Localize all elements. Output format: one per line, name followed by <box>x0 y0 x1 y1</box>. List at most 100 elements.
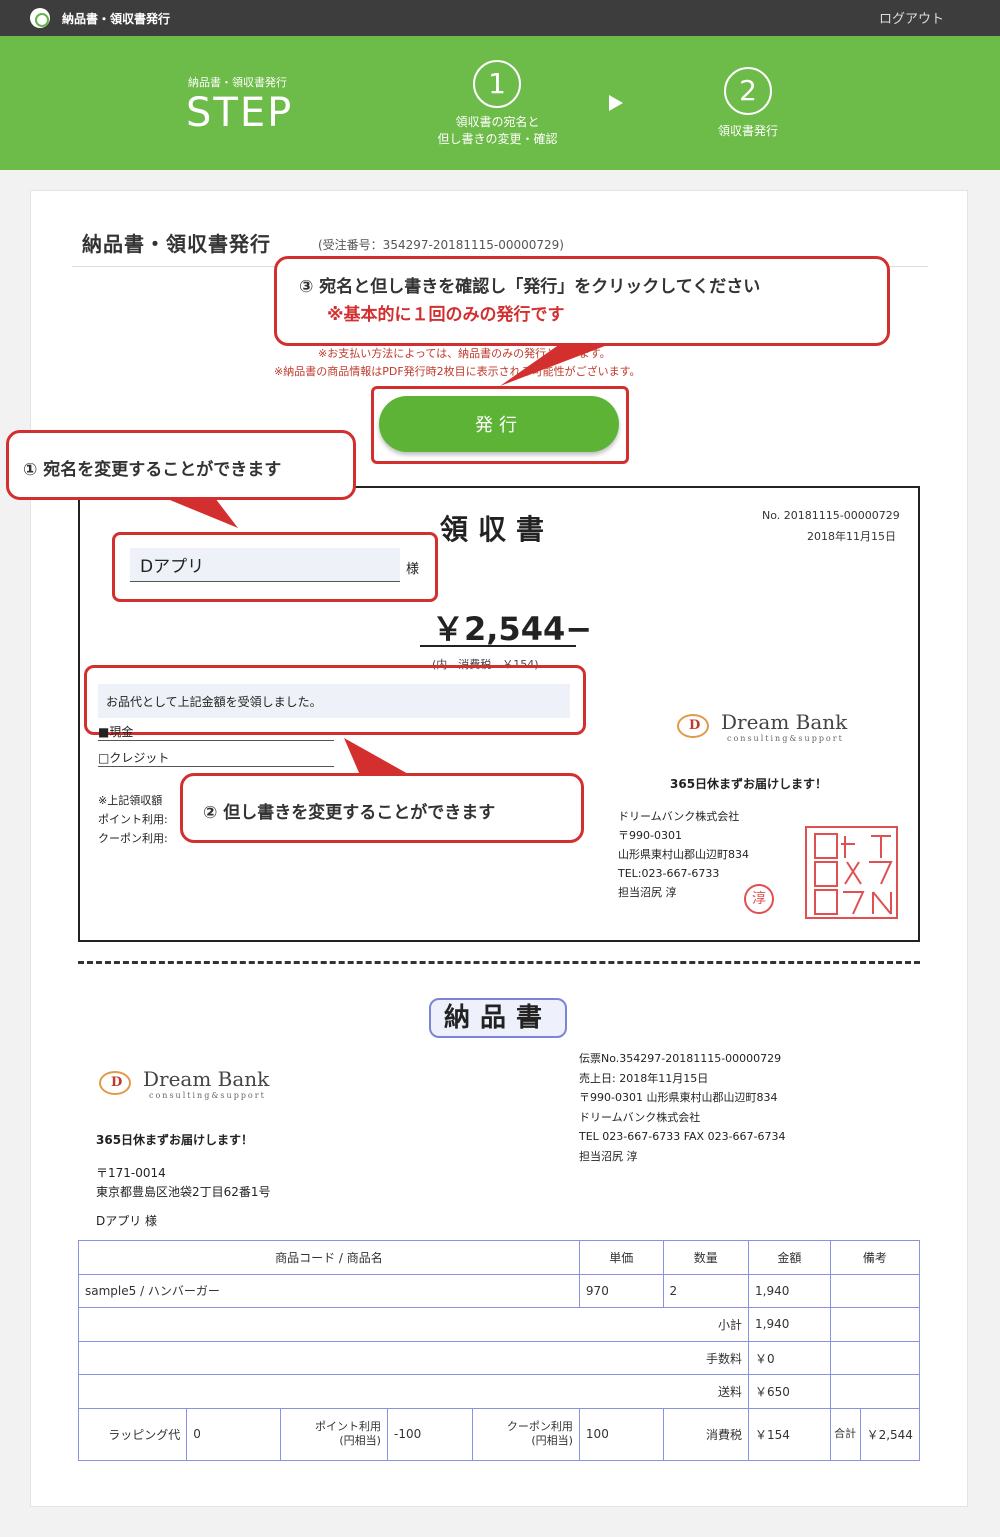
logo-mark-letter-2: D <box>111 1075 123 1090</box>
header-amount: 金額 <box>748 1240 831 1275</box>
logout-link[interactable]: ログアウト <box>879 8 944 27</box>
delivery-slip-no: 伝票No.354297-20181115-00000729 <box>579 1052 782 1065</box>
logo-mark-letter: D <box>689 718 701 733</box>
company-zip: 〒990-0301 <box>618 829 682 842</box>
header-product: 商品コード / 商品名 <box>78 1240 580 1275</box>
logo-name: Dream Bank <box>721 710 848 734</box>
wrap-label: ラッピング代 <box>77 1407 188 1461</box>
delivery-staff: 担当沼尻 淳 <box>579 1149 638 1163</box>
step-arrow-icon <box>609 95 623 111</box>
delivery-company-address: 〒990-0301 山形県東村山郡山辺町834 <box>579 1091 778 1104</box>
dream-bank-mark-icon: D <box>677 714 709 738</box>
footer-row: ラッピング代 0 ポイント利用 (円相当) -100 クーポン利用 (円相当) … <box>77 1407 921 1461</box>
receipt-slogan: 365日休まずお届けします！ <box>670 777 828 791</box>
tax-value: ￥154 <box>748 1407 831 1461</box>
delivery-title: 納品書 <box>429 998 567 1038</box>
delivery-company: ドリームバンク株式会社 <box>579 1110 701 1124</box>
payment-note: ※お支払い方法によっては、納品書のみの発行となります。 <box>318 347 611 360</box>
top-bar: 納品書・領収書発行 ログアウト <box>0 0 1000 36</box>
staff-seal-icon: 淳 <box>744 884 774 914</box>
receipt-amount: ￥2,544− <box>432 610 593 648</box>
table-row: sample5 / ハンバーガー 970 2 1,940 <box>78 1273 921 1309</box>
logo-sub-2: consulting&support <box>149 1091 266 1100</box>
row-qty: 2 <box>662 1273 750 1309</box>
subtotal-label: 小計 <box>78 1307 749 1342</box>
step1-label: 領収書の宛名と 但し書きの変更・確認 <box>420 114 575 148</box>
row-amount: 1,940 <box>748 1273 831 1309</box>
receipt-title: 領収書 <box>440 513 555 546</box>
subtotal-value: 1,940 <box>748 1307 831 1342</box>
company-tel: TEL:023-667-6733 <box>618 867 720 880</box>
order-number: (受注番号：354297-20181115-00000729) <box>318 238 564 252</box>
fee-row: 手数料 ￥0 <box>78 1340 921 1376</box>
step2-number: 2 <box>724 67 772 115</box>
customer-zip: 〒171-0014 <box>96 1166 166 1180</box>
header-remarks: 備考 <box>829 1240 921 1275</box>
addressee-input[interactable] <box>130 548 400 582</box>
shipping-label: 送料 <box>78 1374 749 1409</box>
total-value: ￥2,544 <box>859 1407 921 1461</box>
fee-value: ￥0 <box>748 1340 831 1376</box>
receipt-note-line1: ※上記領収額 <box>98 794 163 807</box>
callout-step3-line2: ※基本的に１回のみの発行です <box>327 305 565 325</box>
amount-underline <box>420 645 576 647</box>
callout-step2: ② 但し書きを変更することができます <box>180 773 584 843</box>
tax-label: 消費税 <box>662 1407 750 1461</box>
coupon-label-text: クーポン利用 <box>506 1420 573 1434</box>
receipt-company-info: ドリームバンク株式会社 〒990-0301 山形県東村山郡山辺町834 TEL:… <box>618 807 749 902</box>
honorific-label: 様 <box>406 562 420 577</box>
receipt-number: No. 20181115-00000729 <box>762 509 900 522</box>
fee-label: 手数料 <box>78 1340 749 1376</box>
company-name: ドリームバンク株式会社 <box>618 810 740 823</box>
proviso-input[interactable] <box>98 684 570 718</box>
step-header: 納品書・領収書発行 STEP 1 領収書の宛名と 但し書きの変更・確認 2 領収… <box>0 36 1000 170</box>
pdf-note: ※納品書の商品情報はPDF発行時2枚目に表示される可能性がございます。 <box>274 365 641 378</box>
receipt-divider <box>78 961 920 964</box>
callout-step3-line1: ③ 宛名と但し書きを確認し「発行」をクリックしてください <box>299 277 761 297</box>
step-small-label: 納品書・領収書発行 <box>188 76 287 89</box>
row-price: 970 <box>578 1273 664 1309</box>
step2-label: 領収書発行 <box>717 124 778 138</box>
company-staff: 担当沼尻 淳 <box>618 886 677 899</box>
receipt-date: 2018年11月15日 <box>807 530 896 543</box>
table-header-row: 商品コード / 商品名 単価 数量 金額 備考 <box>78 1240 921 1275</box>
customer-address: 東京都豊島区池袋2丁目62番1号 <box>96 1185 271 1199</box>
issue-button[interactable]: 発行 <box>379 396 619 452</box>
customer-address-block: 〒171-0014 東京都豊島区池袋2丁目62番1号 <box>96 1164 271 1202</box>
delivery-sale-date: 売上日: 2018年11月15日 <box>579 1071 709 1085</box>
dream-bank-mark-icon-2: D <box>99 1071 131 1095</box>
fee-remarks <box>829 1340 921 1376</box>
shipping-remarks <box>829 1374 921 1409</box>
point-label-sub: (円相当) <box>339 1434 381 1448</box>
total-label: 合計 <box>829 1407 861 1461</box>
app-title: 納品書・領収書発行 <box>62 12 171 26</box>
step-big-label: STEP <box>186 90 294 136</box>
shipping-value: ￥650 <box>748 1374 831 1409</box>
company-seal-graphic <box>814 833 893 915</box>
header-price: 単価 <box>578 1240 664 1275</box>
step1-label-line1: 領収書の宛名と <box>455 115 540 129</box>
point-label-text: ポイント利用 <box>314 1420 381 1434</box>
receipt-notes: ※上記領収額 ポイント利用: クーポン利用: <box>98 791 168 848</box>
logo-sub: consulting&support <box>727 734 844 743</box>
receipt-note-line3: クーポン利用: <box>98 832 168 845</box>
company-seal-icon <box>805 826 898 919</box>
step1-number: 1 <box>473 60 521 108</box>
coupon-label-sub: (円相当) <box>531 1434 573 1448</box>
subtotal-remarks <box>829 1307 921 1342</box>
app-logo-icon <box>30 8 50 28</box>
coupon-value: 100 <box>578 1407 664 1461</box>
shipping-row: 送料 ￥650 <box>78 1374 921 1409</box>
payment-credit: □クレジット <box>98 749 334 767</box>
delivery-tel-fax: TEL 023-667-6733 FAX 023-667-6734 <box>579 1130 786 1143</box>
wrap-value: 0 <box>186 1407 281 1461</box>
point-value: -100 <box>386 1407 473 1461</box>
receipt-note-line2: ポイント利用: <box>98 813 168 826</box>
delivery-slogan: 365日休まずお届けします！ <box>96 1133 254 1147</box>
customer-name: Dアプリ 様 <box>96 1214 158 1228</box>
step1-label-line2: 但し書きの変更・確認 <box>437 132 558 146</box>
point-label: ポイント利用 (円相当) <box>279 1407 388 1461</box>
items-table: 商品コード / 商品名 単価 数量 金額 備考 sample5 / ハンバーガー… <box>77 1240 921 1461</box>
subtotal-row: 小計 1,940 <box>78 1307 921 1342</box>
header-qty: 数量 <box>662 1240 750 1275</box>
